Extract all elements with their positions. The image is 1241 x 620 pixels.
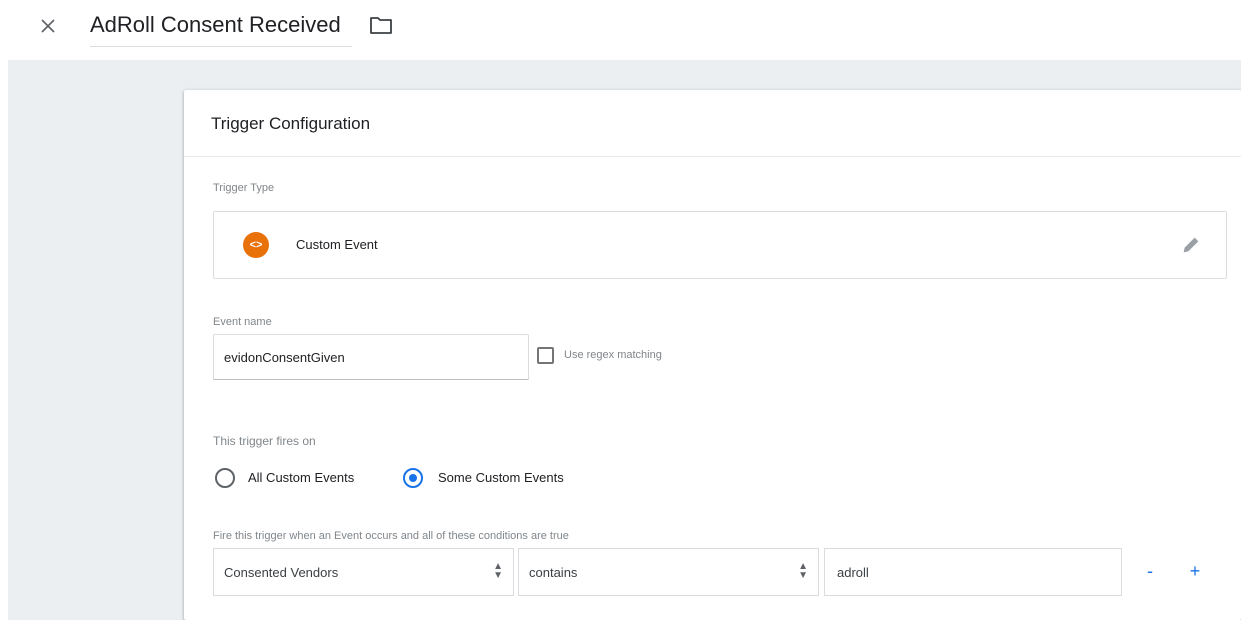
header: AdRoll Consent Received: [0, 0, 1241, 60]
event-name-input[interactable]: [213, 334, 529, 380]
radio-all-custom-events[interactable]: [215, 468, 235, 488]
card-header: Trigger Configuration: [184, 90, 1241, 157]
trigger-type-selector[interactable]: <> Custom Event: [213, 211, 1227, 279]
trigger-type-label: Trigger Type: [213, 182, 275, 194]
radio-all-custom-events-label[interactable]: All Custom Events: [248, 470, 354, 485]
remove-condition-button[interactable]: -: [1139, 560, 1161, 582]
regex-checkbox-label: Use regex matching: [564, 349, 662, 361]
condition-variable-select[interactable]: Consented Vendors ▲ ▼: [213, 548, 514, 596]
fires-on-label: This trigger fires on: [213, 434, 316, 448]
radio-some-custom-events[interactable]: [403, 468, 423, 488]
card-title: Trigger Configuration: [211, 114, 371, 133]
condition-value-input[interactable]: [824, 548, 1122, 596]
regex-checkbox[interactable]: [537, 347, 554, 364]
trigger-title[interactable]: AdRoll Consent Received: [90, 12, 352, 47]
radio-some-custom-events-label[interactable]: Some Custom Events: [438, 470, 564, 485]
custom-event-icon: <>: [243, 232, 269, 258]
folder-icon[interactable]: [369, 14, 393, 36]
close-icon[interactable]: [36, 14, 60, 38]
conditions-label: Fire this trigger when an Event occurs a…: [213, 530, 569, 542]
condition-variable-value: Consented Vendors: [224, 565, 339, 580]
trigger-type-name: Custom Event: [296, 237, 378, 252]
select-arrows-icon: ▲ ▼: [798, 561, 808, 581]
condition-operator-value: contains: [529, 565, 578, 580]
add-condition-button[interactable]: +: [1184, 560, 1206, 582]
select-arrows-icon: ▲ ▼: [493, 561, 503, 581]
trigger-configuration-card: Trigger Configuration Trigger Type <> Cu…: [184, 90, 1241, 620]
pencil-icon[interactable]: [1180, 234, 1202, 256]
event-name-label: Event name: [213, 316, 272, 328]
condition-operator-select[interactable]: contains ▲ ▼: [518, 548, 819, 596]
